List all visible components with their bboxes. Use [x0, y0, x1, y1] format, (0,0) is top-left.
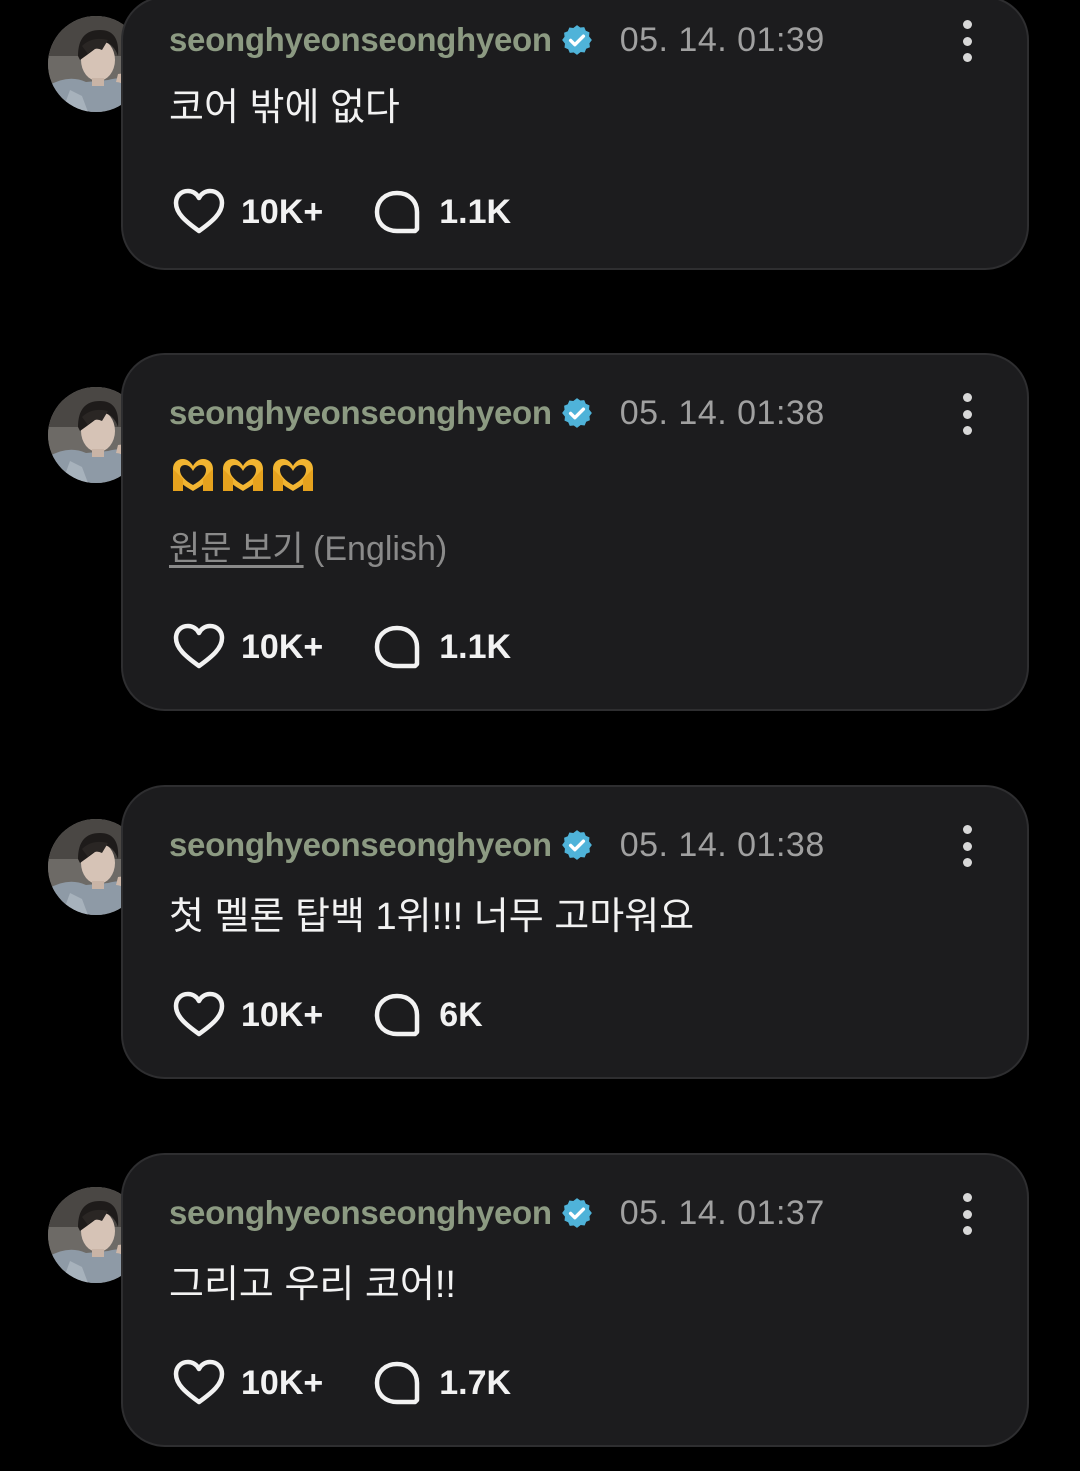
heart-hands-icon — [169, 455, 217, 495]
post-item[interactable]: seonghyeonseonghyeon 05. 14. 01:38 원문 보기… — [0, 353, 1080, 713]
comment-bubble-icon — [369, 987, 425, 1043]
post-actions: 10K+ 6K — [171, 987, 483, 1043]
timestamp: 05. 14. 01:39 — [619, 20, 825, 59]
like-count: 10K+ — [241, 995, 324, 1034]
post-actions: 10K+ 1.1K — [171, 184, 511, 240]
heart-hands-icon — [219, 455, 267, 495]
comment-bubble-icon — [369, 619, 425, 675]
username[interactable]: seonghyeonseonghyeon — [169, 826, 552, 864]
post-header: seonghyeonseonghyeon 05. 14. 01:38 — [169, 389, 825, 437]
more-vertical-icon[interactable] — [957, 1193, 977, 1235]
post-emoji — [169, 455, 317, 495]
comment-button[interactable]: 1.1K — [369, 619, 511, 675]
comment-bubble-icon — [369, 1355, 425, 1411]
post-item[interactable]: seonghyeonseonghyeon 05. 14. 01:38 첫 멜론 … — [0, 785, 1080, 1085]
post-text: 코어 밖에 없다 — [169, 87, 400, 129]
more-vertical-icon[interactable] — [957, 20, 977, 62]
post-actions: 10K+ 1.1K — [171, 619, 511, 675]
comment-count: 1.1K — [439, 192, 512, 231]
post-header: seonghyeonseonghyeon 05. 14. 01:37 — [169, 1189, 825, 1237]
post-header: seonghyeonseonghyeon 05. 14. 01:38 — [169, 821, 825, 869]
heart-hands-icon — [269, 455, 317, 495]
comment-button[interactable]: 6K — [369, 987, 483, 1043]
heart-outline-icon — [171, 987, 227, 1043]
translate-row: 원문 보기 (English) — [169, 521, 447, 570]
post-text: 그리고 우리 코어!! — [169, 1264, 456, 1306]
like-button[interactable]: 10K+ — [171, 987, 323, 1043]
like-count: 10K+ — [241, 192, 324, 231]
like-button[interactable]: 10K+ — [171, 184, 323, 240]
see-original-link[interactable]: 원문 보기 — [169, 530, 304, 568]
post-actions: 10K+ 1.7K — [171, 1355, 511, 1411]
like-count: 10K+ — [241, 627, 324, 666]
like-count: 10K+ — [241, 1363, 324, 1402]
comment-count: 1.7K — [439, 1363, 512, 1402]
verified-badge-icon — [560, 828, 594, 862]
heart-outline-icon — [171, 184, 227, 240]
like-button[interactable]: 10K+ — [171, 619, 323, 675]
verified-badge-icon — [560, 396, 594, 430]
heart-outline-icon — [171, 1355, 227, 1411]
post-card[interactable]: seonghyeonseonghyeon 05. 14. 01:39 코어 밖에… — [121, 0, 1029, 270]
post-text: 첫 멜론 탑백 1위!!! 너무 고마워요 — [169, 896, 695, 938]
post-item[interactable]: seonghyeonseonghyeon 05. 14. 01:37 그리고 우… — [0, 1153, 1080, 1453]
timestamp: 05. 14. 01:38 — [619, 393, 825, 432]
more-vertical-icon[interactable] — [957, 825, 977, 867]
like-button[interactable]: 10K+ — [171, 1355, 323, 1411]
post-item[interactable]: seonghyeonseonghyeon 05. 14. 01:39 코어 밖에… — [0, 0, 1080, 296]
post-header: seonghyeonseonghyeon 05. 14. 01:39 — [169, 16, 825, 64]
post-card[interactable]: seonghyeonseonghyeon 05. 14. 01:38 원문 보기… — [121, 353, 1029, 711]
post-card[interactable]: seonghyeonseonghyeon 05. 14. 01:37 그리고 우… — [121, 1153, 1029, 1447]
timestamp: 05. 14. 01:37 — [619, 1193, 825, 1232]
comment-button[interactable]: 1.1K — [369, 184, 511, 240]
comment-button[interactable]: 1.7K — [369, 1355, 511, 1411]
verified-badge-icon — [560, 1196, 594, 1230]
verified-badge-icon — [560, 23, 594, 57]
timestamp: 05. 14. 01:38 — [619, 825, 825, 864]
heart-outline-icon — [171, 619, 227, 675]
comment-count: 1.1K — [439, 627, 512, 666]
original-language: (English) — [313, 530, 448, 568]
comment-bubble-icon — [369, 184, 425, 240]
username[interactable]: seonghyeonseonghyeon — [169, 394, 552, 432]
username[interactable]: seonghyeonseonghyeon — [169, 1194, 552, 1232]
post-card[interactable]: seonghyeonseonghyeon 05. 14. 01:38 첫 멜론 … — [121, 785, 1029, 1079]
more-vertical-icon[interactable] — [957, 393, 977, 435]
username[interactable]: seonghyeonseonghyeon — [169, 21, 552, 59]
comment-count: 6K — [439, 995, 483, 1034]
